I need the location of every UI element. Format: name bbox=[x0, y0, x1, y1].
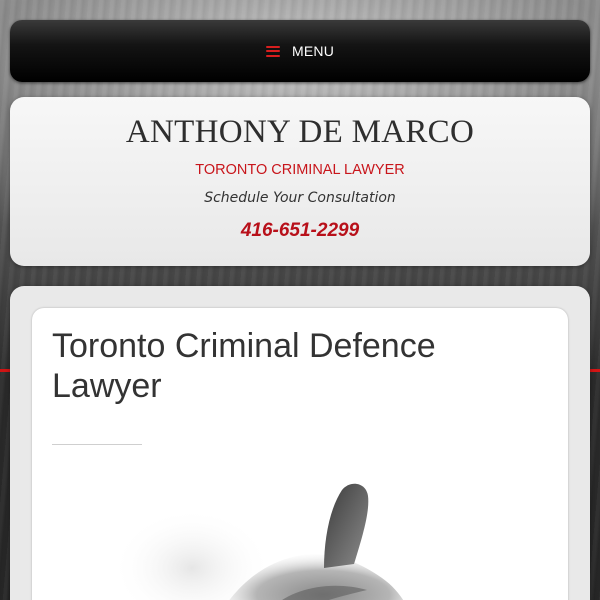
menu-button[interactable]: MENU bbox=[265, 43, 335, 59]
site-title[interactable]: ANTHONY DE MARCO bbox=[0, 114, 600, 151]
title-divider bbox=[52, 444, 142, 445]
site-subtitle: TORONTO CRIMINAL LAWYER bbox=[195, 162, 405, 178]
consultation-tagline: Schedule Your Consultation bbox=[204, 190, 396, 206]
hand-pointing-image bbox=[112, 483, 404, 600]
page-title: Toronto Criminal Defence Lawyer bbox=[52, 327, 436, 405]
phone-link[interactable]: 416-651-2299 bbox=[0, 220, 600, 242]
content-card: Toronto Criminal Defence Lawyer bbox=[32, 308, 568, 600]
nav-bar: MENU bbox=[10, 20, 590, 82]
menu-label: MENU bbox=[291, 43, 335, 59]
hamburger-menu-icon bbox=[265, 45, 280, 57]
